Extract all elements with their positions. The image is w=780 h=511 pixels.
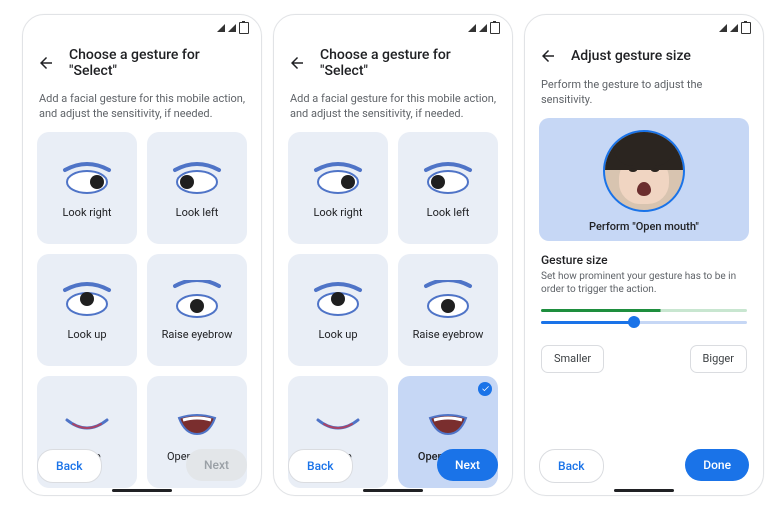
eye-look-left-icon — [168, 156, 226, 200]
eye-look-right-icon — [58, 156, 116, 200]
gesture-card-look-right[interactable]: Look right — [288, 132, 388, 244]
page-description: Perform the gesture to adjust the sensit… — [525, 77, 763, 118]
page-description: Add a facial gesture for this mobile act… — [23, 91, 261, 132]
raise-eyebrow-icon — [419, 278, 477, 322]
gesture-indicator-bar — [541, 309, 747, 312]
next-button: Next — [186, 449, 247, 481]
open-mouth-icon — [419, 400, 477, 444]
gesture-card-look-up[interactable]: Look up — [37, 254, 137, 366]
back-icon[interactable] — [539, 47, 557, 65]
status-bar — [23, 15, 261, 37]
signal-icon — [730, 24, 738, 32]
bigger-button[interactable]: Bigger — [690, 345, 747, 373]
done-button[interactable]: Done — [685, 449, 749, 481]
back-icon[interactable] — [37, 54, 55, 72]
page-description: Add a facial gesture for this mobile act… — [274, 91, 512, 132]
gesture-grid: Look right Look left Look up Raise eyebr… — [274, 132, 512, 488]
status-bar — [274, 15, 512, 37]
camera-preview-circle — [603, 130, 685, 212]
back-button[interactable]: Back — [539, 449, 604, 483]
status-bar — [525, 15, 763, 37]
battery-icon — [239, 22, 249, 34]
phone-screen-2: Choose a gesture for "Select" Add a faci… — [273, 14, 513, 496]
gesture-card-look-right[interactable]: Look right — [37, 132, 137, 244]
eye-look-up-icon — [58, 278, 116, 322]
battery-icon — [741, 22, 751, 34]
page-title: Choose a gesture for "Select" — [69, 47, 247, 79]
home-indicator[interactable] — [112, 489, 172, 492]
section-hint: Set how prominent your gesture has to be… — [541, 270, 747, 297]
smile-icon — [309, 400, 367, 444]
page-title: Choose a gesture for "Select" — [320, 47, 498, 79]
gesture-card-look-left[interactable]: Look left — [398, 132, 498, 244]
open-mouth-icon — [168, 400, 226, 444]
gesture-label: Look right — [313, 206, 362, 219]
gesture-label: Look left — [427, 206, 470, 219]
gesture-label: Raise eyebrow — [162, 328, 233, 341]
wifi-icon — [217, 24, 225, 32]
gesture-label: Look left — [176, 206, 219, 219]
gesture-card-raise-eyebrow[interactable]: Raise eyebrow — [147, 254, 247, 366]
gesture-card-look-up[interactable]: Look up — [288, 254, 388, 366]
slider-track — [541, 321, 747, 324]
gesture-label: Look up — [318, 328, 357, 341]
page-title: Adjust gesture size — [571, 48, 691, 64]
eye-look-left-icon — [419, 156, 477, 200]
gesture-card-raise-eyebrow[interactable]: Raise eyebrow — [398, 254, 498, 366]
signal-icon — [479, 24, 487, 32]
back-icon[interactable] — [288, 54, 306, 72]
gesture-label: Raise eyebrow — [413, 328, 484, 341]
battery-icon — [490, 22, 500, 34]
eye-look-right-icon — [309, 156, 367, 200]
gesture-size-slider[interactable] — [525, 297, 763, 335]
slider-thumb[interactable] — [628, 316, 640, 328]
section-title: Gesture size — [541, 253, 747, 267]
gesture-label: Look up — [67, 328, 106, 341]
perform-label: Perform "Open mouth" — [589, 220, 699, 233]
eye-look-up-icon — [309, 278, 367, 322]
phone-screen-1: Choose a gesture for "Select" Add a faci… — [22, 14, 262, 496]
next-button[interactable]: Next — [437, 449, 498, 481]
gesture-card-look-left[interactable]: Look left — [147, 132, 247, 244]
smaller-button[interactable]: Smaller — [541, 345, 604, 373]
wifi-icon — [468, 24, 476, 32]
raise-eyebrow-icon — [168, 278, 226, 322]
back-button[interactable]: Back — [288, 449, 353, 483]
wifi-icon — [719, 24, 727, 32]
signal-icon — [228, 24, 236, 32]
gesture-grid: Look right Look left Look up Raise eyebr… — [23, 132, 261, 488]
home-indicator[interactable] — [614, 489, 674, 492]
home-indicator[interactable] — [363, 489, 423, 492]
back-button[interactable]: Back — [37, 449, 102, 483]
checkmark-icon — [478, 382, 492, 396]
smile-icon — [58, 400, 116, 444]
gesture-label: Look right — [62, 206, 111, 219]
phone-screen-3: Adjust gesture size Perform the gesture … — [524, 14, 764, 496]
gesture-preview: Perform "Open mouth" — [539, 118, 749, 241]
